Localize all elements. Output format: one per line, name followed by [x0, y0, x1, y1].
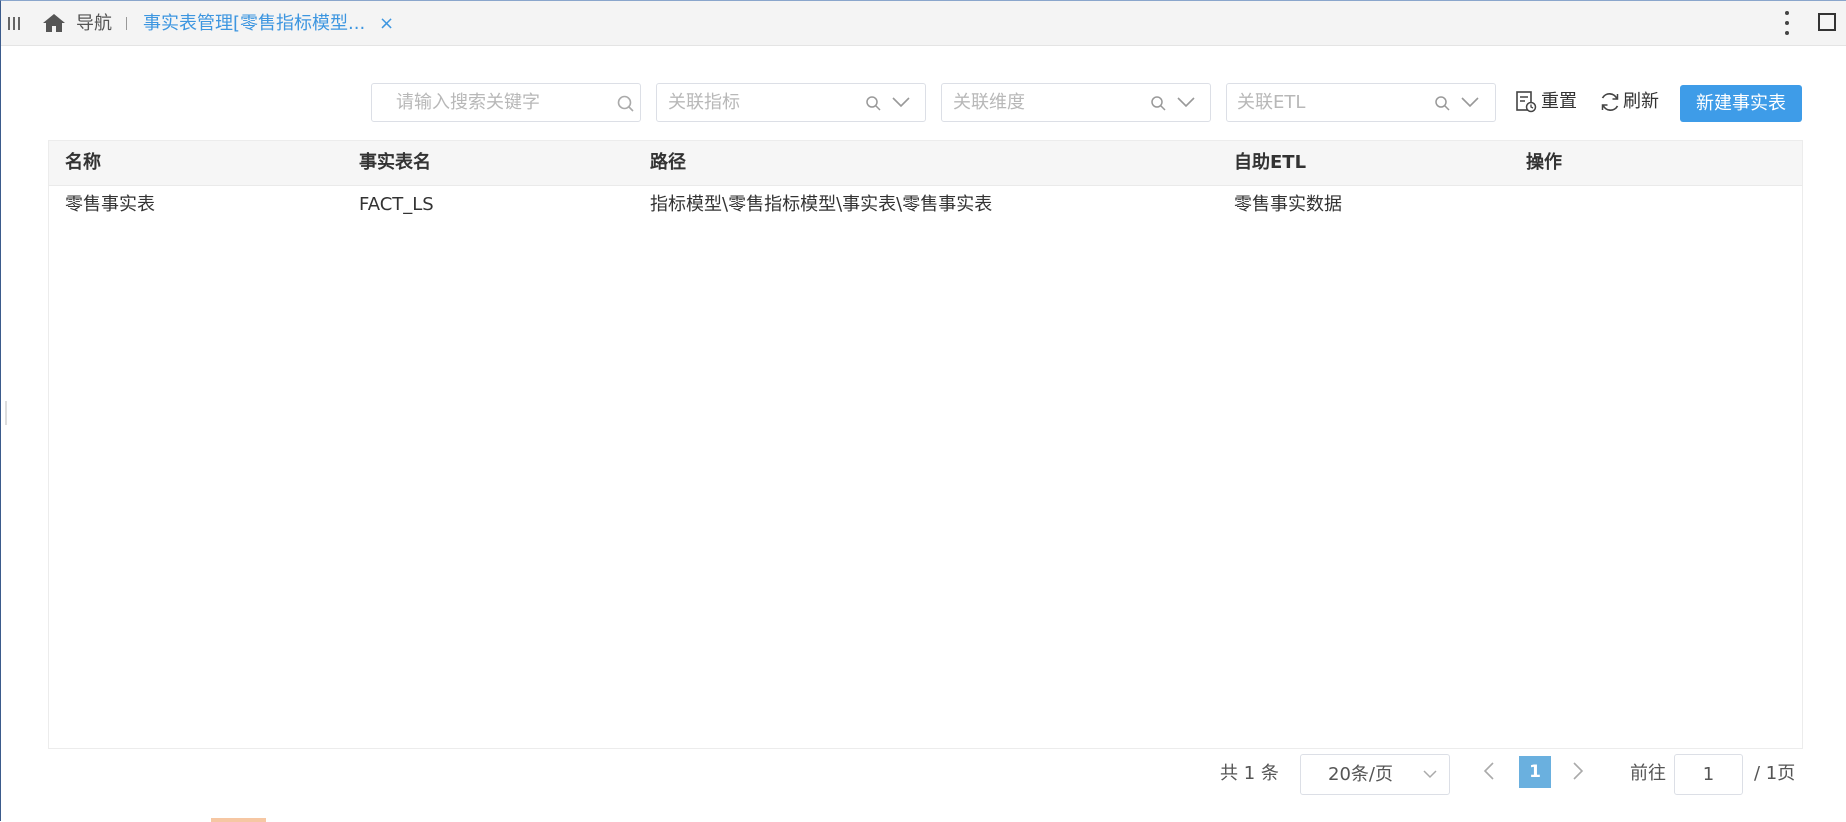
refresh-icon: [1601, 93, 1619, 111]
reset-button[interactable]: 重置: [1515, 89, 1581, 115]
tab-divider: [126, 17, 127, 30]
resize-handle[interactable]: [5, 401, 7, 425]
filter-metric-placeholder: 关联指标: [668, 92, 740, 113]
home-icon[interactable]: [42, 13, 66, 33]
cell-table-name: FACT_LS: [359, 194, 434, 215]
refresh-button[interactable]: 刷新: [1599, 89, 1663, 115]
chevron-down-icon[interactable]: [1461, 97, 1479, 108]
fact-table-grid: 名称 事实表名 路径 自助ETL 操作 零售事实表 FACT_LS 指标模型\零…: [48, 140, 1803, 749]
total-pages-text: / 1页: [1754, 763, 1796, 784]
goto-label: 前往: [1630, 763, 1666, 784]
next-page-icon[interactable]: [1572, 761, 1584, 781]
refresh-label: 刷新: [1623, 91, 1659, 112]
table-header: 名称 事实表名 路径 自助ETL 操作: [49, 141, 1802, 186]
page-size-select[interactable]: 20条/页: [1300, 754, 1450, 795]
tab-fact-table-management[interactable]: 事实表管理[零售指标模型...: [143, 12, 365, 36]
search-icon[interactable]: [1435, 96, 1450, 111]
column-header-actions: 操作: [1526, 152, 1562, 173]
page-size-value: 20条/页: [1328, 764, 1393, 785]
cell-path: 指标模型\零售指标模型\事实表\零售事实表: [650, 194, 993, 215]
taskbar-indicator: [211, 818, 266, 822]
search-icon[interactable]: [866, 96, 881, 111]
column-header-name[interactable]: 名称: [65, 141, 101, 185]
search-icon[interactable]: [617, 95, 634, 112]
column-header-etl[interactable]: 自助ETL: [1234, 141, 1306, 185]
tab-close-icon[interactable]: ×: [379, 12, 394, 36]
cell-name: 零售事实表: [65, 194, 155, 215]
reset-doc-icon: [1516, 91, 1537, 113]
filter-metric-select[interactable]: 关联指标: [656, 83, 926, 122]
search-placeholder: 请输入搜索关键字: [396, 92, 540, 113]
filter-dimension-placeholder: 关联维度: [953, 92, 1025, 113]
search-input[interactable]: 请输入搜索关键字: [371, 83, 641, 122]
filter-etl-select[interactable]: 关联ETL: [1226, 83, 1496, 122]
tab-navigation[interactable]: 导航: [76, 12, 112, 36]
page-number-current[interactable]: 1: [1519, 756, 1551, 788]
column-header-table-name[interactable]: 事实表名: [359, 141, 431, 185]
chevron-down-icon: [1423, 770, 1437, 779]
table-row[interactable]: 零售事实表 FACT_LS 指标模型\零售指标模型\事实表\零售事实表 零售事实…: [49, 185, 1802, 225]
filter-etl-placeholder: 关联ETL: [1237, 92, 1306, 113]
column-header-path[interactable]: 路径: [650, 141, 686, 185]
cell-etl: 零售事实数据: [1234, 194, 1342, 215]
pagination-total: 共 1 条: [1220, 763, 1279, 784]
reset-label: 重置: [1541, 91, 1577, 112]
chevron-down-icon[interactable]: [892, 97, 910, 108]
prev-page-icon[interactable]: [1483, 761, 1495, 781]
filter-dimension-select[interactable]: 关联维度: [941, 83, 1211, 122]
menu-lines-icon[interactable]: [8, 17, 22, 30]
new-fact-table-button[interactable]: 新建事实表: [1680, 85, 1802, 122]
maximize-icon[interactable]: [1818, 13, 1836, 31]
kebab-icon[interactable]: [1784, 10, 1790, 36]
goto-page-input[interactable]: 1: [1674, 754, 1743, 795]
tab-bar: 导航 事实表管理[零售指标模型... ×: [1, 1, 1846, 46]
chevron-down-icon[interactable]: [1177, 97, 1195, 108]
search-icon[interactable]: [1151, 96, 1166, 111]
